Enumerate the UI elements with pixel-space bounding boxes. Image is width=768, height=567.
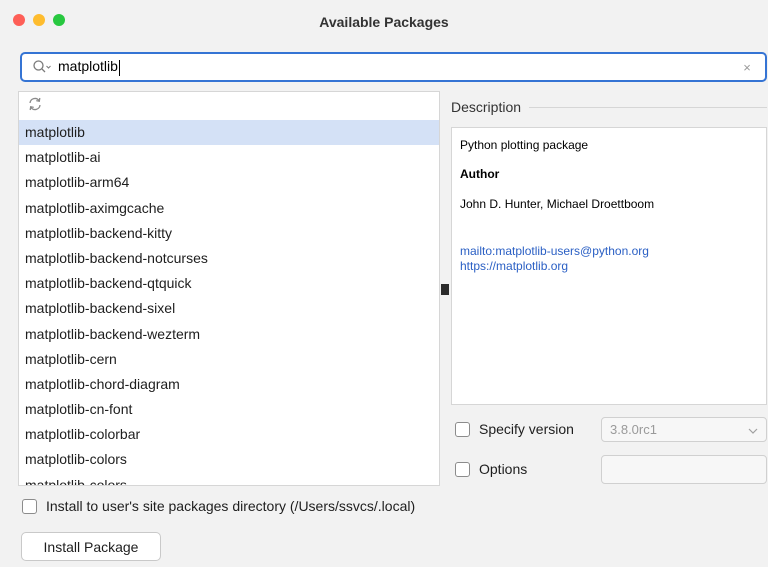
install-user-checkbox[interactable] (22, 498, 37, 514)
specify-version-checkbox[interactable] (455, 421, 470, 437)
search-input[interactable]: matplotlib × (20, 52, 767, 82)
list-item[interactable]: matplotlib-backend-notcurses (19, 246, 439, 271)
close-window-button[interactable] (13, 14, 25, 26)
search-icon[interactable] (32, 58, 54, 76)
list-item[interactable]: matplotlib (19, 120, 439, 146)
splitter-handle[interactable] (441, 284, 449, 295)
list-item[interactable]: matplotlib-cern (19, 347, 439, 372)
version-select[interactable]: 3.8.0rc1 (601, 417, 767, 442)
list-item[interactable]: matplotlib-aximgcache (19, 196, 439, 221)
list-item[interactable]: matplotlib-backend-kitty (19, 221, 439, 246)
author-names: John D. Hunter, Michael Droettboom (460, 197, 655, 211)
list-item[interactable]: matplotlib-cn-font (19, 397, 439, 422)
chevron-down-icon (748, 422, 758, 437)
install-user-row: Install to user's site packages director… (22, 498, 415, 514)
list-item[interactable]: matplotlib-colorbar (19, 422, 439, 447)
list-item[interactable]: matplotlib-backend-sixel (19, 296, 439, 321)
package-summary: Python plotting package (460, 138, 589, 152)
description-label: Description (451, 99, 522, 115)
specify-version-row: Specify version (455, 421, 574, 437)
package-links: mailto:matplotlib-users@python.org https… (460, 244, 758, 274)
list-item[interactable]: matplotlib-colors (19, 473, 439, 485)
list-toolbar (19, 92, 439, 120)
install-user-label: Install to user's site packages director… (46, 498, 416, 514)
options-checkbox[interactable] (455, 461, 470, 477)
title-bar: Available Packages (0, 0, 768, 44)
window-title: Available Packages (319, 14, 449, 30)
search-value[interactable]: matplotlib (58, 58, 739, 76)
list-item[interactable]: matplotlib-backend-wezterm (19, 322, 439, 347)
minimize-window-button[interactable] (33, 14, 45, 26)
list-item[interactable]: matplotlib-colors (19, 447, 439, 472)
window-controls (13, 14, 65, 26)
list-item[interactable]: matplotlib-backend-qtquick (19, 271, 439, 296)
divider (529, 106, 767, 108)
package-list[interactable]: matplotlib matplotlib-ai matplotlib-arm6… (18, 91, 440, 486)
maximize-window-button[interactable] (53, 14, 65, 26)
mailing-list-link[interactable]: mailto:matplotlib-users@python.org (460, 244, 758, 259)
list-item[interactable]: matplotlib-ai (19, 145, 439, 170)
options-row: Options (455, 461, 527, 477)
specify-version-label: Specify version (479, 421, 574, 437)
list-item[interactable]: matplotlib-chord-diagram (19, 372, 439, 397)
options-input[interactable] (601, 455, 767, 484)
homepage-link[interactable]: https://matplotlib.org (460, 259, 758, 274)
author-heading: Author (460, 167, 500, 181)
options-label: Options (479, 461, 528, 477)
clear-search-icon[interactable]: × (739, 60, 755, 75)
version-value: 3.8.0rc1 (610, 422, 657, 437)
description-header: Description (451, 97, 767, 117)
list-item[interactable]: matplotlib-arm64 (19, 170, 439, 195)
refresh-icon[interactable] (27, 96, 43, 117)
install-package-button[interactable]: Install Package (21, 532, 161, 561)
description-panel: Python plotting package Author John D. H… (451, 127, 767, 405)
